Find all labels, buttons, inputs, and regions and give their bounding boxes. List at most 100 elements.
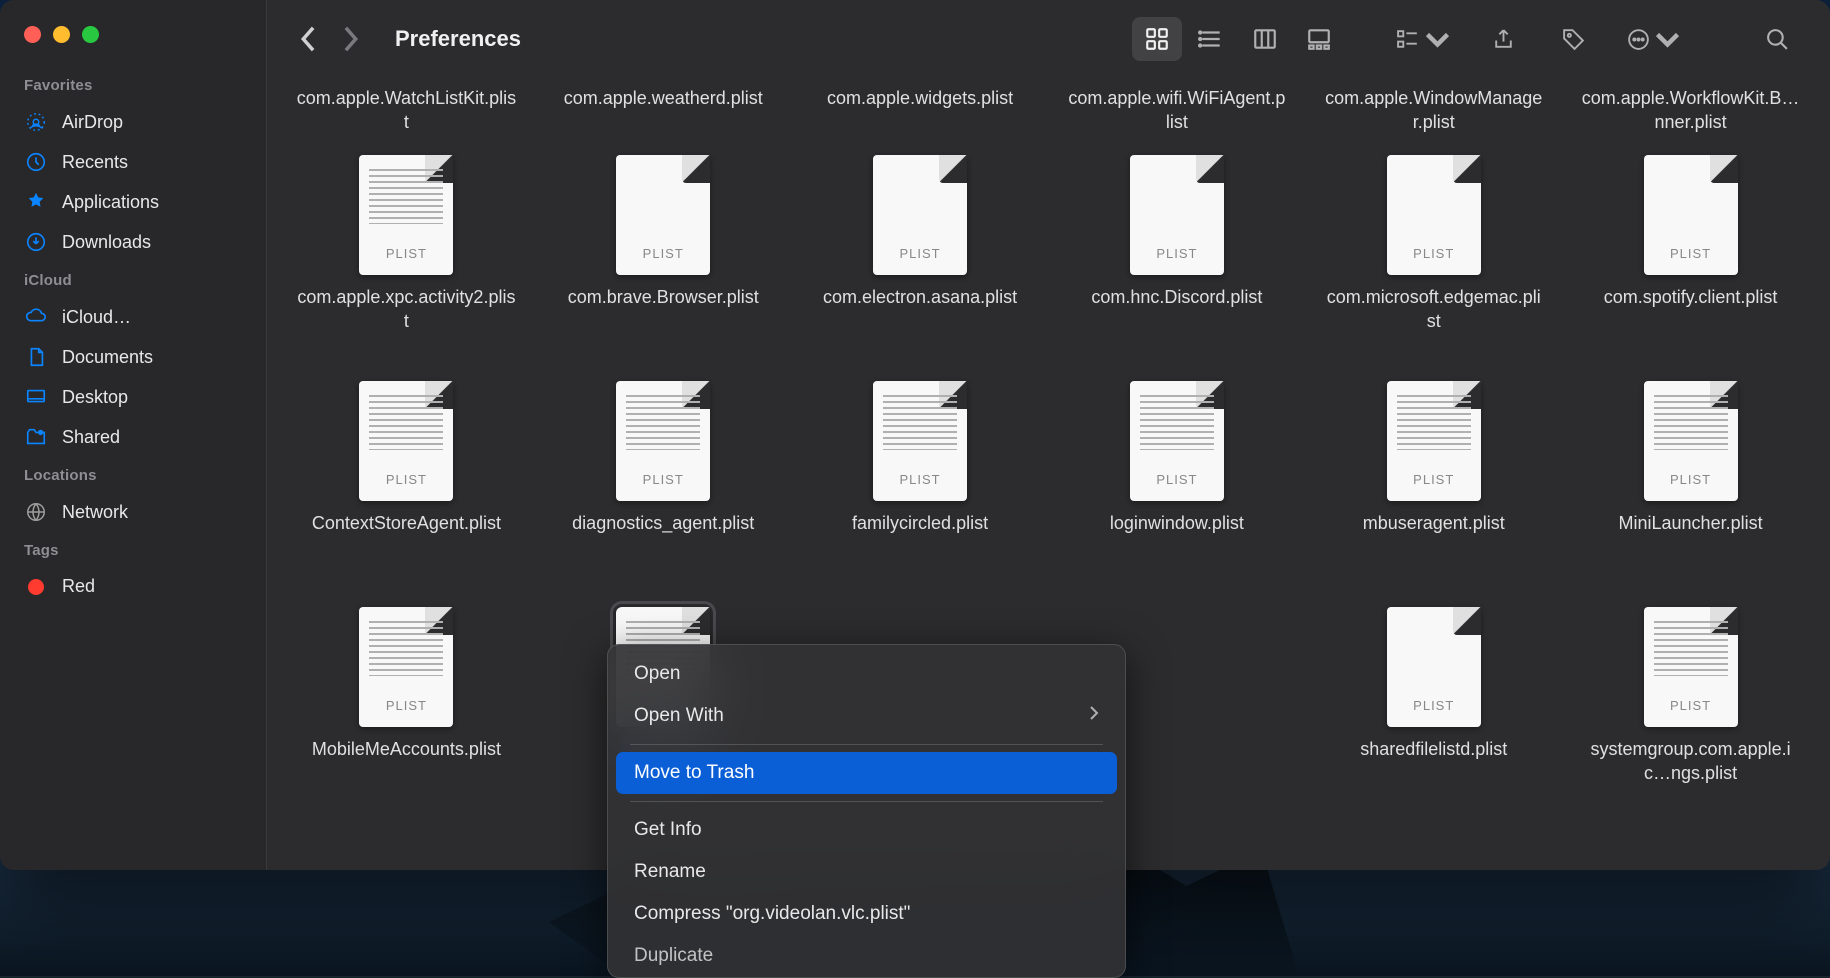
file-item[interactable]: com.apple.wifi.WiFiAgent.plist	[1057, 86, 1296, 135]
sidebar-item-tag-red[interactable]: Red	[0, 567, 266, 606]
plist-file-icon: PLIST	[1644, 381, 1738, 501]
file-label: com.apple.WatchListKit.plist	[296, 86, 516, 135]
sidebar-item-label: Recents	[62, 152, 128, 173]
list-view-button[interactable]	[1186, 17, 1236, 61]
context-menu-item[interactable]: Open With	[616, 695, 1117, 737]
sidebar-section-tags: Tags	[0, 532, 266, 567]
file-type-badge: PLIST	[1156, 246, 1197, 261]
sidebar-item-desktop[interactable]: Desktop	[0, 377, 266, 417]
document-icon	[24, 346, 48, 368]
context-menu-item-label: Rename	[634, 861, 706, 883]
file-label: com.electron.asana.plist	[823, 285, 1017, 309]
file-label: ContextStoreAgent.plist	[312, 511, 501, 535]
search-button[interactable]	[1752, 17, 1802, 61]
plist-file-icon: PLIST	[616, 155, 710, 275]
back-button[interactable]	[289, 21, 325, 57]
plist-file-icon: PLIST	[873, 381, 967, 501]
sidebar-item-airdrop[interactable]: AirDrop	[0, 102, 266, 142]
share-button[interactable]	[1478, 17, 1528, 61]
file-type-badge: PLIST	[386, 698, 427, 713]
file-item[interactable]: PLIST MobileMeAccounts.plist	[287, 607, 526, 825]
context-menu-item[interactable]: Rename	[616, 851, 1117, 893]
plist-file-icon: PLIST	[616, 381, 710, 501]
file-item[interactable]: PLISTsystemgroup.com.apple.ic…ngs.plist	[1571, 607, 1810, 825]
sidebar-item-label: AirDrop	[62, 112, 123, 133]
file-label: com.apple.widgets.plist	[827, 86, 1013, 110]
file-item[interactable]: PLISTcom.spotify.client.plist	[1571, 155, 1810, 373]
file-label: com.apple.WindowManager.plist	[1324, 86, 1544, 135]
gallery-view-button[interactable]	[1294, 17, 1344, 61]
file-item[interactable]: com.apple.WindowManager.plist	[1314, 86, 1553, 135]
minimize-button[interactable]	[53, 26, 70, 43]
file-item[interactable]: PLISTContextStoreAgent.plist	[287, 381, 526, 599]
sidebar-item-label: Desktop	[62, 387, 128, 408]
file-type-badge: PLIST	[1670, 246, 1711, 261]
file-item[interactable]: PLIST diagnostics_agent.plist	[544, 381, 783, 599]
forward-button[interactable]	[333, 21, 369, 57]
context-menu-separator	[630, 744, 1103, 745]
plist-file-icon: PLIST	[1130, 155, 1224, 275]
file-label: diagnostics_agent.plist	[572, 511, 754, 535]
file-label: com.microsoft.edgemac.plist	[1324, 285, 1544, 334]
close-button[interactable]	[24, 26, 41, 43]
sidebar-item-shared[interactable]: Shared	[0, 417, 266, 457]
sidebar-item-label: Network	[62, 502, 128, 523]
action-menu-button[interactable]	[1618, 17, 1688, 61]
sidebar-item-recents[interactable]: Recents	[0, 142, 266, 182]
file-type-badge: PLIST	[1670, 472, 1711, 487]
toolbar: Preferences	[267, 0, 1830, 78]
icon-view-button[interactable]	[1132, 17, 1182, 61]
file-item[interactable]: com.apple.widgets.plist	[801, 86, 1040, 135]
group-by-button[interactable]	[1388, 17, 1458, 61]
sidebar-item-applications[interactable]: Applications	[0, 182, 266, 222]
context-menu-item-label: Compress "org.videolan.vlc.plist"	[634, 903, 910, 925]
file-item[interactable]: PLISTcom.apple.xpc.activity2.plist	[287, 155, 526, 373]
plist-file-icon: PLIST	[1644, 155, 1738, 275]
sidebar-item-label: Applications	[62, 192, 159, 213]
chevron-right-icon	[1089, 705, 1099, 727]
plist-file-icon: PLIST	[1644, 607, 1738, 727]
context-menu-item-label: Move to Trash	[634, 762, 754, 784]
file-item[interactable]: com.apple.WorkflowKit.B…nner.plist	[1571, 86, 1810, 135]
file-type-badge: PLIST	[643, 246, 684, 261]
sidebar-item-downloads[interactable]: Downloads	[0, 222, 266, 262]
plist-file-icon: PLIST	[359, 155, 453, 275]
context-menu-item[interactable]: Move to Trash	[616, 752, 1117, 794]
sidebar: Favorites AirDrop Recents Applications D…	[0, 0, 267, 870]
file-item[interactable]: com.apple.weatherd.plist	[544, 86, 783, 135]
file-type-badge: PLIST	[1413, 698, 1454, 713]
sidebar-item-network[interactable]: Network	[0, 492, 266, 532]
file-item[interactable]: PLISTfamilycircled.plist	[801, 381, 1040, 599]
apps-icon	[24, 191, 48, 213]
column-view-button[interactable]	[1240, 17, 1290, 61]
file-item[interactable]: PLISTcom.electron.asana.plist	[801, 155, 1040, 373]
file-item[interactable]: PLISTloginwindow.plist	[1057, 381, 1296, 599]
file-item[interactable]: PLISTsharedfilelistd.plist	[1314, 607, 1553, 825]
cloud-icon	[24, 306, 48, 328]
context-menu-item[interactable]: Get Info	[616, 809, 1117, 851]
sidebar-item-label: Documents	[62, 347, 153, 368]
sidebar-item-documents[interactable]: Documents	[0, 337, 266, 377]
sidebar-item-label: Downloads	[62, 232, 151, 253]
clock-icon	[24, 151, 48, 173]
zoom-button[interactable]	[82, 26, 99, 43]
view-mode-toggles	[1132, 17, 1344, 61]
context-menu-item[interactable]: Open	[616, 653, 1117, 695]
sidebar-item-label: Red	[62, 576, 95, 597]
sidebar-section-icloud: iCloud	[0, 262, 266, 297]
file-item[interactable]: com.apple.WatchListKit.plist	[287, 86, 526, 135]
file-type-badge: PLIST	[1670, 698, 1711, 713]
sidebar-item-icloud-drive[interactable]: iCloud…	[0, 297, 266, 337]
window-title: Preferences	[395, 26, 521, 52]
file-item[interactable]: PLISTmbuseragent.plist	[1314, 381, 1553, 599]
file-item[interactable]: PLISTcom.microsoft.edgemac.plist	[1314, 155, 1553, 373]
file-item[interactable]: PLISTMiniLauncher.plist	[1571, 381, 1810, 599]
context-menu-item[interactable]: Duplicate	[616, 935, 1117, 969]
context-menu-item[interactable]: Compress "org.videolan.vlc.plist"	[616, 893, 1117, 935]
file-label: MobileMeAccounts.plist	[312, 737, 501, 761]
file-item[interactable]: PLISTcom.hnc.Discord.plist	[1057, 155, 1296, 373]
file-item[interactable]: PLISTcom.brave.Browser.plist	[544, 155, 783, 373]
file-type-badge: PLIST	[900, 472, 941, 487]
tags-button[interactable]	[1548, 17, 1598, 61]
context-menu-item-label: Duplicate	[634, 945, 713, 967]
